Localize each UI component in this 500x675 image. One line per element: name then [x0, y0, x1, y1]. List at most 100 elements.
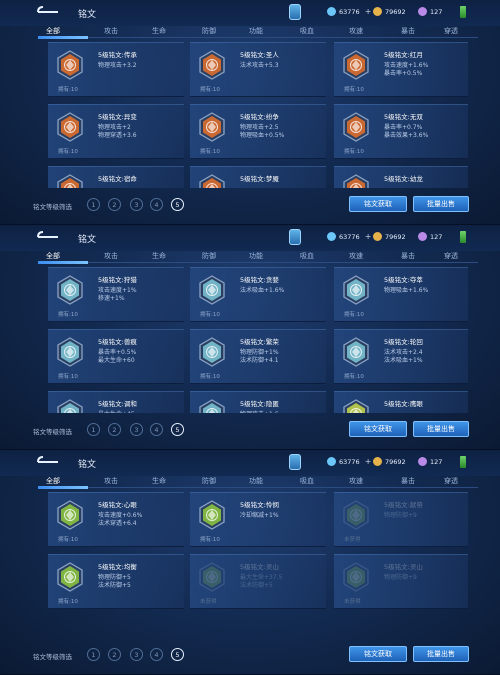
tab-0[interactable]: 全部 [46, 26, 60, 36]
add-currency-button[interactable]: + [365, 7, 372, 16]
inscription-card[interactable]: 5级铭文:宿命 [48, 166, 184, 188]
purple-crystal-icon [418, 7, 427, 16]
inscription-name: 5级铭文:宿命 [98, 175, 137, 183]
level-filter-1[interactable]: 1 [87, 648, 100, 661]
inscription-name: 5级铭文:夺萃 [384, 276, 423, 284]
get-inscription-button[interactable]: 铭文获取 [349, 421, 407, 437]
inscription-card[interactable]: 5级铭文:贪婪 法术吸血+1.6% 拥有:10 [190, 267, 326, 322]
inscription-card[interactable]: 5级铭文:夺萃 物理吸血+1.6% 拥有:10 [334, 267, 468, 322]
inscription-card[interactable]: 5级铭文:调和最大生命+45 [48, 391, 184, 413]
tab-0[interactable]: 全部 [46, 251, 60, 261]
inscription-card[interactable]: 5级铭文:鹰眼 [334, 391, 468, 413]
level-filter-2[interactable]: 2 [108, 648, 121, 661]
tab-4[interactable]: 功能 [249, 476, 263, 486]
back-icon[interactable] [34, 231, 62, 243]
back-icon[interactable] [34, 6, 62, 18]
level-filter-1[interactable]: 1 [87, 198, 100, 211]
inscription-stat: 物理攻击+1.6 [240, 409, 279, 413]
level-filter-label: 铭文等级筛选 [33, 203, 72, 211]
owned-count: 拥有:10 [58, 87, 78, 93]
level-filter-4[interactable]: 4 [150, 423, 163, 436]
owned-count: 未获得 [344, 537, 361, 543]
back-icon[interactable] [34, 456, 62, 468]
inscription-card[interactable]: 5级铭文:灵山 最大生命+37.5 法术防御+5 未获得 [190, 554, 326, 609]
level-filter-3[interactable]: 3 [130, 648, 143, 661]
level-filter-3[interactable]: 3 [130, 198, 143, 211]
inscription-card[interactable]: 5级铭文:传承 物理攻击+3.2 拥有:10 [48, 42, 184, 97]
level-filter-3[interactable]: 3 [130, 423, 143, 436]
tab-7[interactable]: 暴击 [401, 251, 415, 261]
bulk-sell-button[interactable]: 批量出售 [413, 646, 469, 662]
blue-star-icon [198, 337, 226, 367]
active-tab-indicator [38, 36, 88, 39]
inscription-name: 5级铭文:隐匿 [240, 400, 279, 408]
tab-8[interactable]: 穿透 [444, 251, 458, 261]
tab-8[interactable]: 穿透 [444, 476, 458, 486]
tab-2[interactable]: 生命 [152, 251, 166, 261]
inscription-card[interactable]: 5级铭文:均衡 物理防御+5 法术防御+5 拥有:10 [48, 554, 184, 609]
tab-1[interactable]: 攻击 [104, 26, 118, 36]
inscription-card[interactable]: 5级铭文:狩猎 攻击速度+1% 移速+1% 拥有:10 [48, 267, 184, 322]
inscription-card[interactable]: 5级铭文:献祭 物理防御+9 未获得 [334, 492, 468, 547]
inscription-stat: 法术防御+5 [98, 582, 131, 589]
inscription-name: 5级铭文:均衡 [98, 563, 137, 571]
inscription-card[interactable]: 5级铭文:无双 暴击率+0.7% 暴击效果+3.6% 拥有:10 [334, 104, 468, 159]
tab-1[interactable]: 攻击 [104, 251, 118, 261]
tab-7[interactable]: 暴击 [401, 476, 415, 486]
inscription-card[interactable]: 5级铭文:隐匿物理攻击+1.6 [190, 391, 326, 413]
tab-6[interactable]: 攻速 [349, 251, 363, 261]
level-filter-5[interactable]: 5 [171, 648, 184, 661]
tab-3[interactable]: 防御 [202, 251, 216, 261]
inscription-card[interactable]: 5级铭文:心眼 攻击速度+0.6% 法术穿透+6.4 拥有:10 [48, 492, 184, 547]
level-filter-2[interactable]: 2 [108, 198, 121, 211]
inscription-card[interactable]: 5级铭文:异变 物理攻击+2 物理穿透+3.6 拥有:10 [48, 104, 184, 159]
tab-8[interactable]: 穿透 [444, 26, 458, 36]
level-filter-5[interactable]: 5 [171, 423, 184, 436]
red-orange-swirl-icon [342, 174, 370, 188]
tab-3[interactable]: 防御 [202, 26, 216, 36]
tab-4[interactable]: 功能 [249, 26, 263, 36]
inscription-card[interactable]: 5级铭文:红月 攻击速度+1.6% 暴击率+0.5% 拥有:10 [334, 42, 468, 97]
level-filter-1[interactable]: 1 [87, 423, 100, 436]
currency-1: 79692 [373, 457, 406, 466]
bulk-sell-button[interactable]: 批量出售 [413, 196, 469, 212]
bulk-sell-button[interactable]: 批量出售 [413, 421, 469, 437]
inscription-card[interactable]: 5级铭文:圣人 法术攻击+5.3 拥有:10 [190, 42, 326, 97]
inscription-card[interactable]: 5级铭文:繁荣 物理防御+1% 法术防御+4.1 拥有:10 [190, 329, 326, 384]
blue-leaf-icon [56, 399, 84, 413]
tab-5[interactable]: 吸血 [300, 26, 314, 36]
add-currency-button[interactable]: + [365, 232, 372, 241]
inscription-card[interactable]: 5级铭文:幼龙 [334, 166, 468, 188]
inscription-card[interactable]: 5级铭文:纷争 物理攻击+2.5 物理吸血+0.5% 拥有:10 [190, 104, 326, 159]
level-filter-5[interactable]: 5 [171, 198, 184, 211]
tab-0[interactable]: 全部 [46, 476, 60, 486]
inscription-card[interactable]: 5级铭文:轮回 法术攻击+2.4 法术吸血+1% 拥有:10 [334, 329, 468, 384]
inscription-card[interactable]: 5级铭文:梦魇 [190, 166, 326, 188]
level-filter-4[interactable]: 4 [150, 648, 163, 661]
gem-shop-icon[interactable] [289, 229, 301, 245]
level-filter-label: 铭文等级筛选 [33, 653, 72, 661]
gem-shop-icon[interactable] [289, 4, 301, 20]
inscription-card[interactable]: 5级铭文:灵山 物理防御+9 未获得 [334, 554, 468, 609]
gem-shop-icon[interactable] [289, 454, 301, 470]
tab-2[interactable]: 生命 [152, 26, 166, 36]
inscription-card[interactable]: 5级铭文:怜悯 冷却缩减+1% 拥有:10 [190, 492, 326, 547]
tab-6[interactable]: 攻速 [349, 26, 363, 36]
inscription-stat: 法术吸血+1.6% [240, 287, 285, 294]
get-inscription-button[interactable]: 铭文获取 [349, 196, 407, 212]
get-inscription-button[interactable]: 铭文获取 [349, 646, 407, 662]
tab-2[interactable]: 生命 [152, 476, 166, 486]
tab-7[interactable]: 暴击 [401, 26, 415, 36]
tab-1[interactable]: 攻击 [104, 476, 118, 486]
level-filter-4[interactable]: 4 [150, 198, 163, 211]
tab-5[interactable]: 吸血 [300, 251, 314, 261]
tab-5[interactable]: 吸血 [300, 476, 314, 486]
add-currency-button[interactable]: + [365, 457, 372, 466]
active-tab-indicator [38, 486, 88, 489]
gold-coin-icon [373, 7, 382, 16]
inscription-card[interactable]: 5级铭文:兽痕 暴击率+0.5% 最大生命+60 拥有:10 [48, 329, 184, 384]
tab-3[interactable]: 防御 [202, 476, 216, 486]
level-filter-2[interactable]: 2 [108, 423, 121, 436]
tab-6[interactable]: 攻速 [349, 476, 363, 486]
tab-4[interactable]: 功能 [249, 251, 263, 261]
